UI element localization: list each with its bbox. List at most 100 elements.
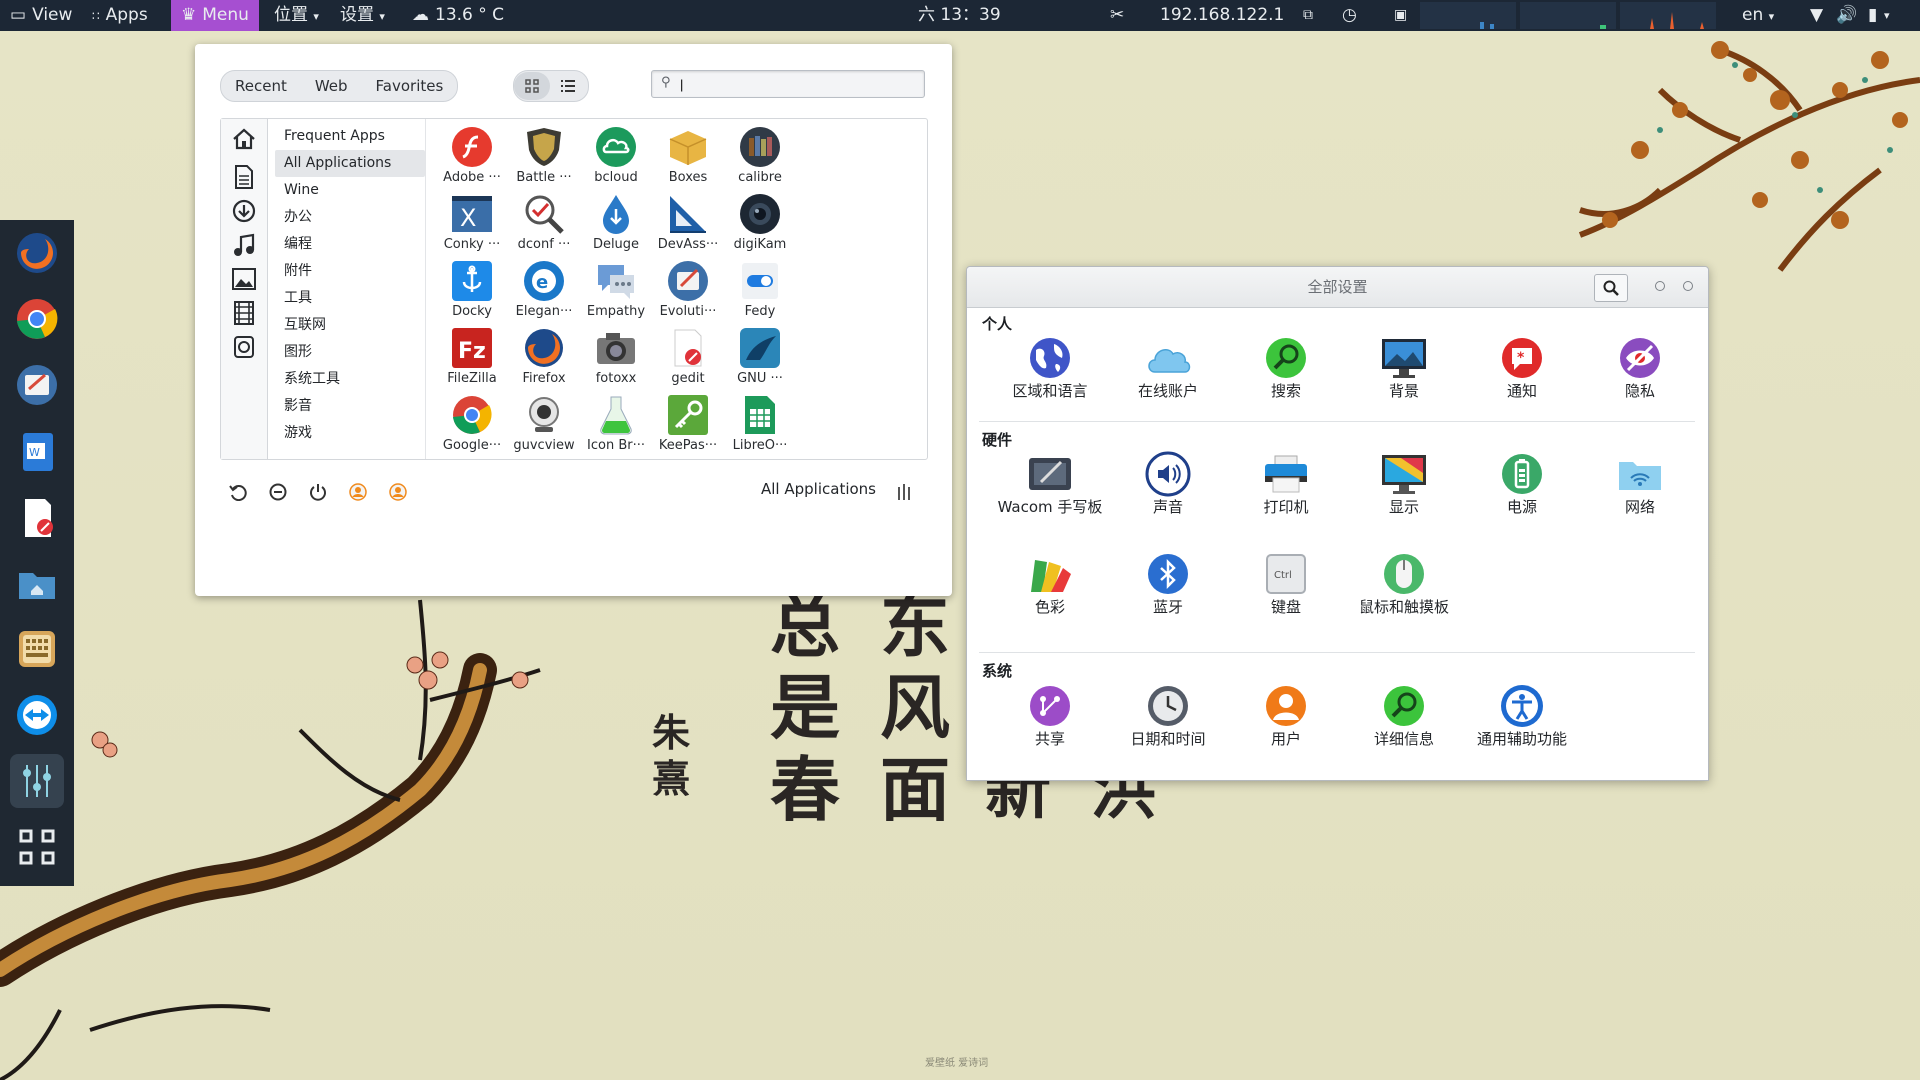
settings-users[interactable]: 用户 xyxy=(1227,683,1345,755)
dock-evolution[interactable] xyxy=(10,358,64,412)
logout-icon[interactable] xyxy=(266,480,290,504)
app-tile[interactable]: LibreO··· xyxy=(720,393,800,459)
settings-bluetooth[interactable]: 蓝牙 xyxy=(1109,551,1227,623)
app-tile[interactable]: Firefox xyxy=(504,326,584,392)
app-tile[interactable]: Boxes xyxy=(648,125,728,191)
settings-search[interactable]: 搜索 xyxy=(1227,335,1345,407)
settings-search-button[interactable] xyxy=(1594,274,1628,302)
dock-text-editor[interactable] xyxy=(10,490,64,544)
tab-recent[interactable]: Recent xyxy=(221,71,301,101)
language-menu[interactable]: en ▾ xyxy=(1742,0,1774,31)
app-tile[interactable]: Empathy xyxy=(576,259,656,325)
home-icon[interactable] xyxy=(230,125,258,153)
view-button[interactable]: ▭ View xyxy=(10,0,72,31)
settings-privacy[interactable]: 隐私 xyxy=(1581,335,1699,407)
app-tile[interactable]: Google··· xyxy=(432,393,512,459)
app-tile[interactable]: KeePas··· xyxy=(648,393,728,459)
app-tile[interactable]: Docky xyxy=(432,259,512,325)
ip-address[interactable]: 192.168.122.1 xyxy=(1160,0,1284,31)
category-multimedia[interactable]: 影音 xyxy=(275,393,425,420)
pictures-icon[interactable] xyxy=(230,265,258,293)
screenshot-icon[interactable]: ▣ xyxy=(1394,0,1407,31)
user-icon[interactable] xyxy=(346,480,370,504)
music-icon[interactable] xyxy=(230,231,258,259)
close-button[interactable] xyxy=(1683,281,1693,291)
app-tile[interactable]: guvcview xyxy=(504,393,584,459)
volume-icon[interactable]: 🔊 xyxy=(1836,0,1857,31)
app-tile[interactable]: bcloud xyxy=(576,125,656,191)
app-tile[interactable]: X Conky ··· xyxy=(432,192,512,258)
category-all-applications[interactable]: All Applications xyxy=(275,150,425,177)
settings-notifications[interactable]: * 通知 xyxy=(1463,335,1581,407)
downloads-icon[interactable] xyxy=(230,197,258,225)
app-tile[interactable]: Battle ··· xyxy=(504,125,584,191)
dock-keyboard-app[interactable] xyxy=(10,622,64,676)
app-tile[interactable]: Deluge xyxy=(576,192,656,258)
wifi-icon[interactable]: ▼ xyxy=(1810,0,1823,31)
settings-region-language[interactable]: 区域和语言 xyxy=(991,335,1109,407)
app-tile[interactable]: Evoluti··· xyxy=(648,259,728,325)
settings-power[interactable]: 电源 xyxy=(1463,451,1581,523)
tab-web[interactable]: Web xyxy=(301,71,362,101)
settings-keyboard[interactable]: Ctrl 键盘 xyxy=(1227,551,1345,623)
apps-button[interactable]: ∷ Apps xyxy=(92,0,148,31)
app-tile[interactable]: Fedy xyxy=(720,259,800,325)
settings-online-accounts[interactable]: 在线账户 xyxy=(1109,335,1227,407)
category-graphics[interactable]: 图形 xyxy=(275,339,425,366)
app-tile[interactable]: DevAss··· xyxy=(648,192,728,258)
category-system-tools[interactable]: 系统工具 xyxy=(275,366,425,393)
scissors-icon[interactable]: ✂ xyxy=(1110,0,1124,31)
copy-icon[interactable]: ⧉ xyxy=(1303,0,1313,31)
menu-search-input[interactable] xyxy=(678,73,918,95)
app-tile[interactable]: Icon Br··· xyxy=(576,393,656,459)
app-tile[interactable]: fotoxx xyxy=(576,326,656,392)
dock-show-apps[interactable] xyxy=(10,820,64,874)
settings-printers[interactable]: 打印机 xyxy=(1227,451,1345,523)
settings-universal-access[interactable]: 通用辅助功能 xyxy=(1463,683,1581,755)
app-tile[interactable]: gedit xyxy=(648,326,728,392)
app-tile[interactable]: dconf ··· xyxy=(504,192,584,258)
battery-icon[interactable]: ▮ xyxy=(1868,0,1877,31)
settings-color[interactable]: 色彩 xyxy=(991,551,1109,623)
category-programming[interactable]: 编程 xyxy=(275,231,425,258)
settings-wacom-tablet[interactable]: Wacom 手写板 xyxy=(991,451,1109,523)
videos-icon[interactable] xyxy=(230,299,258,327)
settings-mouse-touchpad[interactable]: 鼠标和触摸板 xyxy=(1345,551,1463,623)
app-tile[interactable]: GNU ··· xyxy=(720,326,800,392)
settings-sharing[interactable]: 共享 xyxy=(991,683,1109,755)
category-internet[interactable]: 互联网 xyxy=(275,312,425,339)
weather-indicator[interactable]: ☁ 13.6 ° C xyxy=(412,0,504,31)
places-menu[interactable]: 位置 ▾ xyxy=(274,0,319,31)
settings-details[interactable]: 详细信息 xyxy=(1345,683,1463,755)
grid-view-button[interactable] xyxy=(514,72,550,100)
user-switch-icon[interactable] xyxy=(386,480,410,504)
dock-teamviewer[interactable] xyxy=(10,688,64,742)
category-tools[interactable]: 工具 xyxy=(275,285,425,312)
app-tile[interactable]: calibre xyxy=(720,125,800,191)
menu-button[interactable]: ♛ Menu xyxy=(171,0,259,31)
tab-favorites[interactable]: Favorites xyxy=(362,71,458,101)
dock-files[interactable] xyxy=(10,556,64,610)
category-frequent-apps[interactable]: Frequent Apps xyxy=(275,123,425,150)
minimize-button[interactable] xyxy=(1655,281,1665,291)
dock-mixer[interactable] xyxy=(10,754,64,808)
clock[interactable]: 六 13：39 xyxy=(918,0,1001,31)
dock-writer[interactable]: W xyxy=(10,424,64,478)
category-games[interactable]: 游戏 xyxy=(275,420,425,447)
app-tile[interactable]: digiKam xyxy=(720,192,800,258)
chevron-down-icon[interactable]: ▾ xyxy=(1884,0,1890,31)
preferences-icon[interactable] xyxy=(892,480,916,504)
settings-displays[interactable]: 显示 xyxy=(1345,451,1463,523)
settings-network[interactable]: 网络 xyxy=(1581,451,1699,523)
app-tile[interactable]: Adobe ··· xyxy=(432,125,512,191)
settings-menu[interactable]: 设置 ▾ xyxy=(340,0,385,31)
system-monitor-graph[interactable] xyxy=(1420,0,1720,31)
settings-sound[interactable]: 声音 xyxy=(1109,451,1227,523)
power-icon[interactable] xyxy=(306,480,330,504)
category-wine[interactable]: Wine xyxy=(275,177,425,204)
settings-date-time[interactable]: 日期和时间 xyxy=(1109,683,1227,755)
category-office[interactable]: 办公 xyxy=(275,204,425,231)
trash-icon[interactable] xyxy=(230,333,258,361)
app-tile[interactable]: e Elegan··· xyxy=(504,259,584,325)
app-tile[interactable]: Fz FileZilla xyxy=(432,326,512,392)
